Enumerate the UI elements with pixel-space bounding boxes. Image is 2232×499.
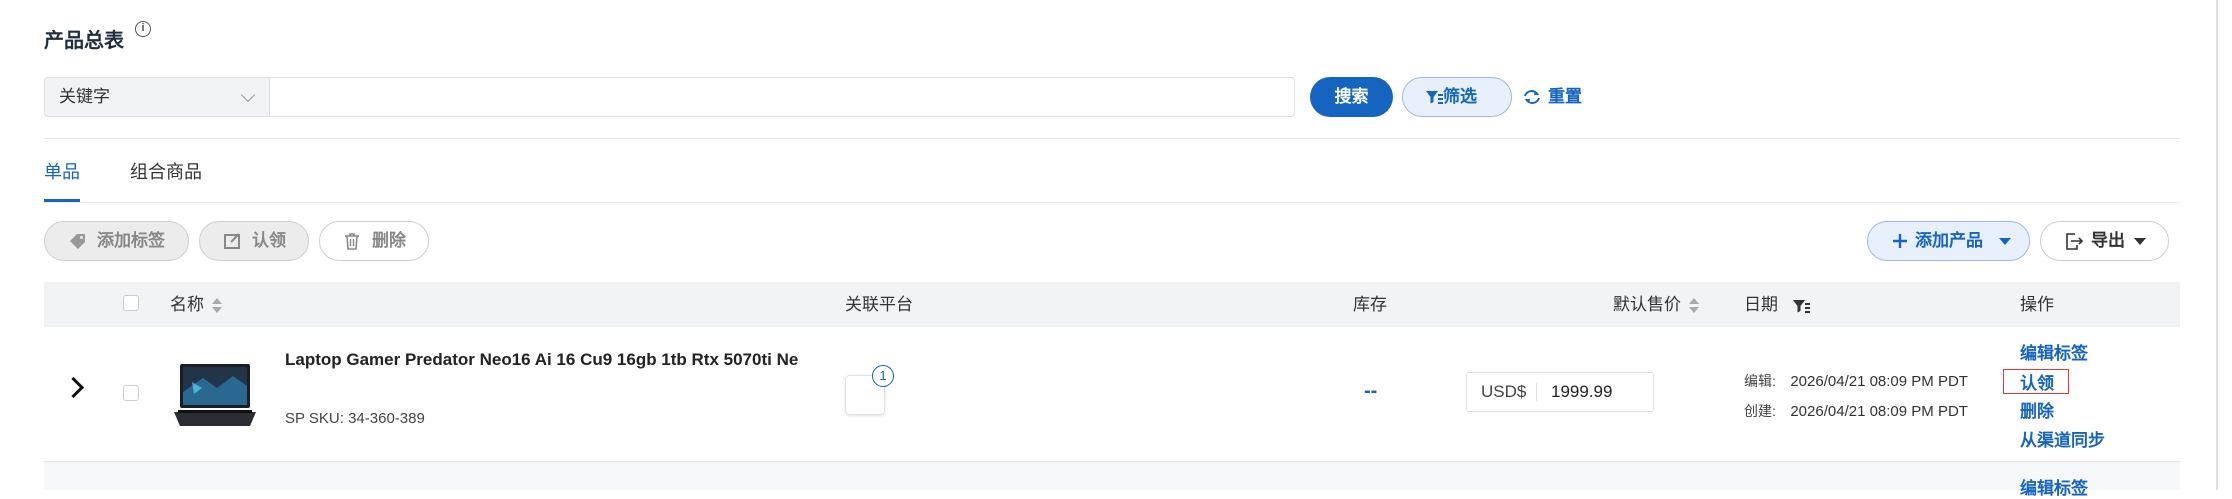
scrollbar[interactable] bbox=[2216, 0, 2218, 490]
add-tag-label: 添加标签 bbox=[97, 231, 165, 250]
stock-value[interactable]: -- bbox=[1364, 380, 1377, 403]
claim-highlight-box bbox=[2003, 369, 2069, 394]
column-header-date[interactable]: 日期 bbox=[1744, 282, 1811, 327]
search-field-label: 关键字 bbox=[59, 87, 110, 106]
created-date: 2026/04/21 08:09 PM PDT bbox=[1790, 403, 1968, 420]
filter-button[interactable]: 筛选 bbox=[1402, 77, 1512, 117]
claim-icon bbox=[224, 233, 240, 249]
edit-tag-link[interactable]: 编辑标签 bbox=[2020, 474, 2088, 499]
created-label: 创建: bbox=[1744, 403, 1776, 419]
sync-from-channel-link[interactable]: 从渠道同步 bbox=[2020, 426, 2105, 451]
column-header-price[interactable]: 默认售价 bbox=[1613, 282, 1699, 327]
column-header-actions: 操作 bbox=[2020, 295, 2054, 314]
reset-label: 重置 bbox=[1548, 87, 1582, 106]
chevron-down-icon bbox=[240, 87, 256, 103]
row-checkbox[interactable] bbox=[123, 385, 139, 401]
export-button[interactable]: 导出 bbox=[2040, 221, 2169, 261]
caret-down-icon bbox=[1999, 238, 2011, 245]
tab-single[interactable]: 单品 bbox=[44, 158, 80, 184]
price-currency: USD$ bbox=[1481, 382, 1527, 401]
filter-icon bbox=[1792, 299, 1810, 313]
add-tag-button[interactable]: 添加标签 bbox=[44, 221, 189, 261]
info-icon[interactable]: i bbox=[135, 21, 151, 37]
filter-icon bbox=[1426, 91, 1443, 104]
tabs-divider bbox=[44, 202, 2180, 203]
edited-date-line: 编辑: 2026/04/21 08:09 PM PDT bbox=[1744, 371, 1968, 391]
add-product-button[interactable]: 添加产品 bbox=[1867, 221, 2030, 261]
column-header-name[interactable]: 名称 bbox=[170, 282, 222, 327]
sort-icon bbox=[212, 297, 222, 314]
export-icon bbox=[2066, 233, 2083, 250]
product-thumbnail[interactable] bbox=[172, 362, 258, 428]
select-all-checkbox[interactable] bbox=[123, 295, 139, 311]
delete-link[interactable]: 删除 bbox=[2020, 397, 2054, 422]
column-header-price-label: 默认售价 bbox=[1613, 295, 1681, 314]
created-date-line: 创建: 2026/04/21 08:09 PM PDT bbox=[1744, 401, 1968, 421]
claim-label: 认领 bbox=[252, 231, 286, 250]
price-separator bbox=[1536, 383, 1537, 401]
table-header bbox=[44, 282, 2180, 327]
product-sku: SP SKU: 34-360-389 bbox=[285, 410, 425, 427]
refresh-icon bbox=[1524, 90, 1540, 104]
filter-label: 筛选 bbox=[1443, 87, 1477, 106]
price-field[interactable]: USD$ 1999.99 bbox=[1466, 372, 1654, 412]
plus-icon bbox=[1893, 234, 1907, 248]
table-row bbox=[44, 462, 2180, 490]
section-divider bbox=[44, 138, 2180, 139]
tag-icon bbox=[70, 234, 85, 249]
edited-date: 2026/04/21 08:09 PM PDT bbox=[1790, 373, 1968, 390]
delete-label: 删除 bbox=[372, 231, 406, 250]
expand-row-icon[interactable] bbox=[62, 376, 85, 399]
column-header-name-label: 名称 bbox=[170, 295, 204, 314]
sort-icon bbox=[1689, 297, 1699, 314]
platform-count-badge: 1 bbox=[872, 365, 894, 387]
trash-icon bbox=[345, 233, 359, 250]
caret-down-icon bbox=[2134, 238, 2146, 245]
column-header-date-label: 日期 bbox=[1744, 295, 1778, 314]
add-product-label: 添加产品 bbox=[1915, 231, 1983, 250]
product-name[interactable]: Laptop Gamer Predator Neo16 Ai 16 Cu9 16… bbox=[285, 346, 815, 374]
column-header-stock: 库存 bbox=[1353, 295, 1387, 314]
edited-label: 编辑: bbox=[1744, 373, 1776, 389]
delete-button[interactable]: 删除 bbox=[319, 221, 429, 261]
column-header-platform: 关联平台 bbox=[845, 295, 913, 314]
price-value: 1999.99 bbox=[1551, 382, 1613, 401]
page-title: 产品总表 bbox=[44, 30, 124, 52]
search-field-select[interactable]: 关键字 bbox=[44, 77, 270, 117]
reset-button[interactable]: 重置 bbox=[1522, 77, 1582, 117]
search-button[interactable]: 搜索 bbox=[1310, 77, 1393, 117]
search-input[interactable] bbox=[270, 77, 1295, 117]
claim-button[interactable]: 认领 bbox=[199, 221, 309, 261]
export-label: 导出 bbox=[2091, 231, 2125, 250]
edit-tag-link[interactable]: 编辑标签 bbox=[2020, 339, 2088, 364]
tab-combo[interactable]: 组合商品 bbox=[130, 158, 202, 184]
